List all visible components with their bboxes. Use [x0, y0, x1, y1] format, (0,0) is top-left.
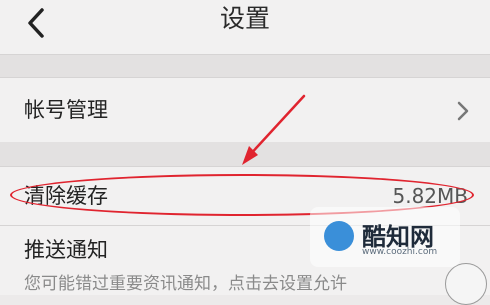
chevron-right-icon: [457, 101, 469, 121]
watermark-badge: 酷知网 www.coozhi.com: [310, 207, 460, 267]
section-gap: [0, 142, 490, 166]
watermark-url: www.coozhi.com: [362, 247, 438, 257]
account-management-row[interactable]: 帐号管理: [0, 77, 490, 143]
page-title: 设置: [219, 4, 270, 33]
push-notification-label: 推送通知: [24, 238, 108, 262]
header-bar: 设置: [0, 0, 490, 55]
section-gap: [0, 55, 490, 77]
push-notification-toggle[interactable]: [445, 263, 487, 305]
account-management-label: 帐号管理: [24, 98, 108, 122]
push-notification-description: 您可能错过重要资讯通知，点击去设置允许: [24, 274, 347, 294]
watermark-logo-icon: [324, 221, 354, 251]
